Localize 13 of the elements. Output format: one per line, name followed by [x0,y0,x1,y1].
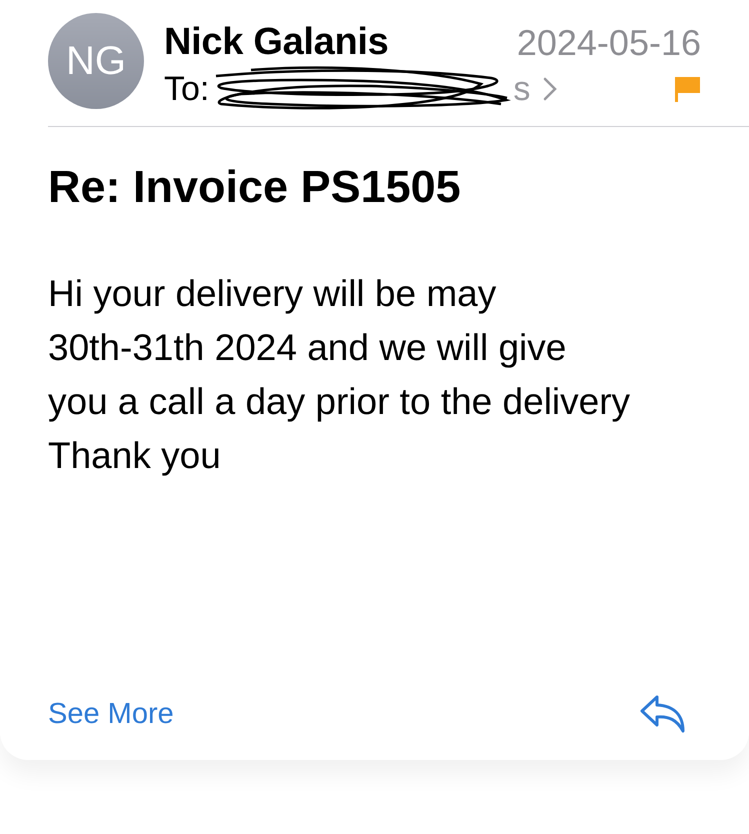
message-date: 2024-05-16 [516,22,701,64]
message-body-line: Hi your delivery will be may [48,272,498,316]
reply-icon[interactable] [639,694,687,734]
message-body-line: Thank you [48,434,222,478]
to-label: To: [164,70,210,108]
chevron-right-icon[interactable] [542,76,558,102]
message-body-line: 30th-31th 2024 and we will give [48,326,568,370]
sender-name: Nick Galanis [164,21,389,64]
message-body-line: you a call a day prior to the delivery [48,380,632,424]
recipient-name[interactable]: s [513,70,530,108]
sender-avatar: NG [48,13,144,109]
see-more-link[interactable]: See More [48,698,174,730]
message-subject: Re: Invoice PS1505 [48,161,462,213]
